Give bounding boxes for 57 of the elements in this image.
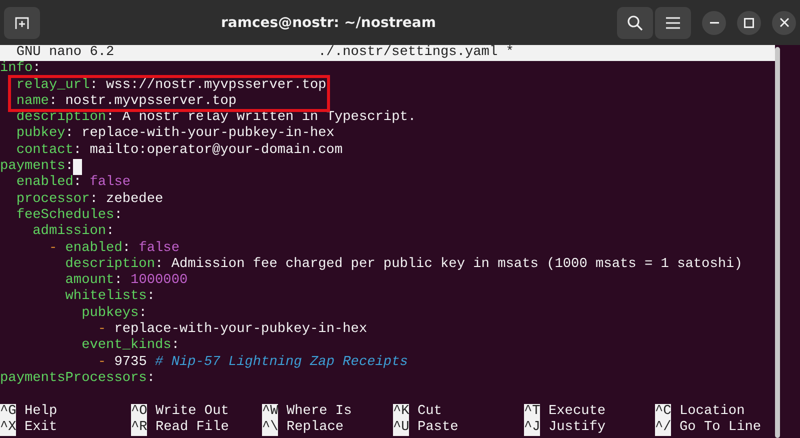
shortcut-label: Go To Line bbox=[679, 420, 762, 436]
search-button[interactable] bbox=[617, 6, 653, 38]
shortcut-label: Help bbox=[24, 404, 58, 420]
close-icon bbox=[780, 18, 788, 27]
shortcut-key: ^R bbox=[131, 420, 148, 436]
search-icon bbox=[627, 14, 643, 30]
shortcut-key: ^T bbox=[524, 404, 540, 420]
code-line: name: nostr.myvpsserver.top bbox=[15, 94, 238, 110]
code-line: pubkeys: bbox=[80, 306, 147, 322]
shortcut-key: ^J bbox=[524, 420, 540, 436]
code-line: feeSchedules: bbox=[15, 208, 122, 224]
code-line: processor: zebedee bbox=[15, 192, 164, 208]
shortcut-label: Write Out bbox=[155, 404, 229, 420]
shortcut-key: ^O bbox=[131, 404, 148, 420]
shortcut-key: ^U bbox=[393, 420, 410, 436]
code-line: info: bbox=[0, 61, 41, 78]
code-line: amount: 1000000 bbox=[64, 273, 188, 289]
shortcut-label: Cut bbox=[417, 404, 442, 420]
code-line: event_kinds: bbox=[80, 338, 180, 355]
shortcut-key: ^/ bbox=[655, 420, 672, 436]
code-line: paymentsProcessors: bbox=[0, 370, 156, 388]
maximize-button[interactable] bbox=[737, 10, 761, 34]
code-line: payments: bbox=[0, 159, 74, 175]
code-line: description: Admission fee charged per public key in msats (1000 msats = 1 satoshi) bbox=[64, 256, 742, 274]
shortcut-key: ^X bbox=[0, 420, 16, 436]
shortcut-label: Location bbox=[679, 404, 745, 420]
code-line: pubkey: replace-with-your-pubkey-in-hex bbox=[15, 126, 334, 143]
code-line: - enabled: false bbox=[48, 240, 180, 257]
code-line: admission: bbox=[32, 224, 114, 241]
editor-version: GNU nano 6.2 bbox=[16, 45, 114, 61]
minimize-button[interactable] bbox=[702, 10, 726, 34]
menu-icon bbox=[666, 16, 680, 28]
shortcut-key: ^\ bbox=[262, 420, 278, 436]
new-tab-button[interactable] bbox=[4, 6, 40, 38]
code-line: whitelists: bbox=[64, 289, 156, 306]
scrollbar[interactable] bbox=[775, 47, 780, 438]
close-button[interactable] bbox=[772, 10, 796, 34]
file-name: ./.nostr/settings.yaml * bbox=[318, 45, 514, 62]
shortcut-key: ^C bbox=[655, 404, 672, 420]
code-line: relay_url: wss://nostr.myvpsserver.top bbox=[15, 78, 326, 94]
minimize-icon bbox=[710, 22, 718, 24]
maximize-icon bbox=[744, 18, 754, 28]
code-line: - replace-with-your-pubkey-in-hex bbox=[96, 322, 368, 338]
code-line: contact: mailto:operator@your-domain.com bbox=[15, 142, 343, 160]
shortcut-label: Execute bbox=[548, 404, 606, 420]
shortcut-label: Justify bbox=[548, 420, 606, 436]
code-line: enabled: false bbox=[15, 175, 131, 192]
window-title: ramces@nostr: ~/nostream bbox=[220, 14, 437, 30]
shortcut-label: Where Is bbox=[286, 404, 352, 420]
new-tab-icon bbox=[14, 14, 30, 30]
shortcut-label: Read File bbox=[155, 420, 229, 436]
shortcut-label: Paste bbox=[417, 420, 458, 436]
shortcut-label: Replace bbox=[286, 420, 344, 436]
code-line: - 9735 # Nip-57 Lightning Zap Receipts bbox=[96, 354, 408, 371]
shortcut-label: Exit bbox=[24, 420, 58, 436]
shortcut-key: ^G bbox=[0, 404, 16, 420]
menu-button[interactable] bbox=[655, 6, 691, 38]
